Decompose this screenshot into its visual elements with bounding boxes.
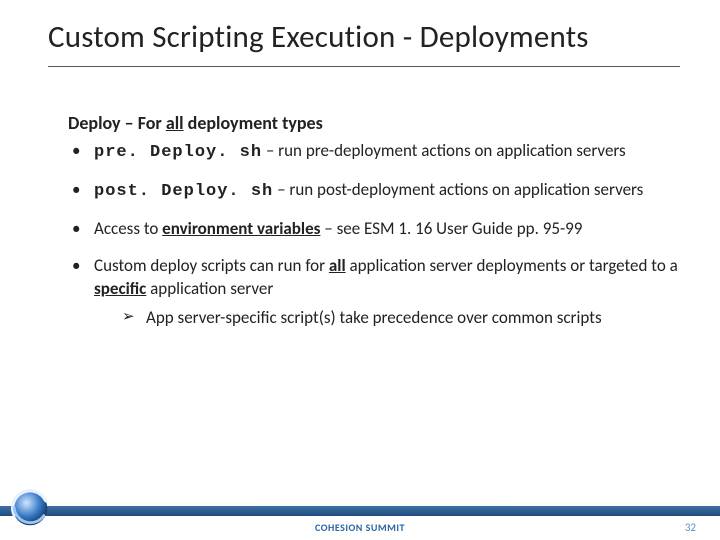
logo-icon — [6, 484, 54, 532]
b3-a: Access to — [94, 218, 162, 239]
code-post-deploy: post. Deploy. sh — [94, 182, 273, 201]
bullet-1: pre. Deploy. sh – run pre-deployment act… — [68, 140, 690, 165]
subhead-prefix: Deploy – For — [68, 112, 166, 134]
footer-text: COHESION SUMMIT — [0, 521, 720, 534]
b3-b: – see ESM 1. 16 User Guide pp. 95-99 — [320, 218, 582, 239]
sub-list: App server-specific script(s) take prece… — [94, 307, 690, 330]
code-pre-deploy: pre. Deploy. sh — [94, 143, 262, 162]
b4-c: application server — [146, 278, 273, 299]
page-number: 32 — [685, 521, 696, 534]
slide-title: Custom Scripting Execution - Deployments — [48, 18, 680, 56]
b4-b: application server deployments or target… — [346, 255, 678, 276]
b4-spec: specific — [94, 278, 146, 299]
b4-a: Custom deploy scripts can run for — [94, 255, 329, 276]
b3-env: environment variables — [162, 218, 320, 239]
bullet-1-rest: – run pre-deployment actions on applicat… — [262, 140, 626, 161]
subhead-suffix: deployment types — [184, 112, 323, 134]
bullet-2: post. Deploy. sh – run post-deployment a… — [68, 179, 690, 204]
b4-all: all — [329, 255, 346, 276]
footer-bar — [0, 506, 720, 516]
subhead-all: all — [166, 112, 184, 134]
section-subhead: Deploy – For all deployment types — [68, 112, 323, 134]
title-underline — [48, 66, 680, 67]
bullet-4: Custom deploy scripts can run for all ap… — [68, 255, 690, 330]
bullet-3: Access to environment variables – see ES… — [68, 218, 690, 241]
bullet-list: pre. Deploy. sh – run pre-deployment act… — [68, 140, 690, 344]
sub-bullet-1: App server-specific script(s) take prece… — [122, 307, 690, 330]
slide: Custom Scripting Execution - Deployments… — [0, 0, 720, 540]
bullet-2-rest: – run post-deployment actions on applica… — [273, 179, 643, 200]
